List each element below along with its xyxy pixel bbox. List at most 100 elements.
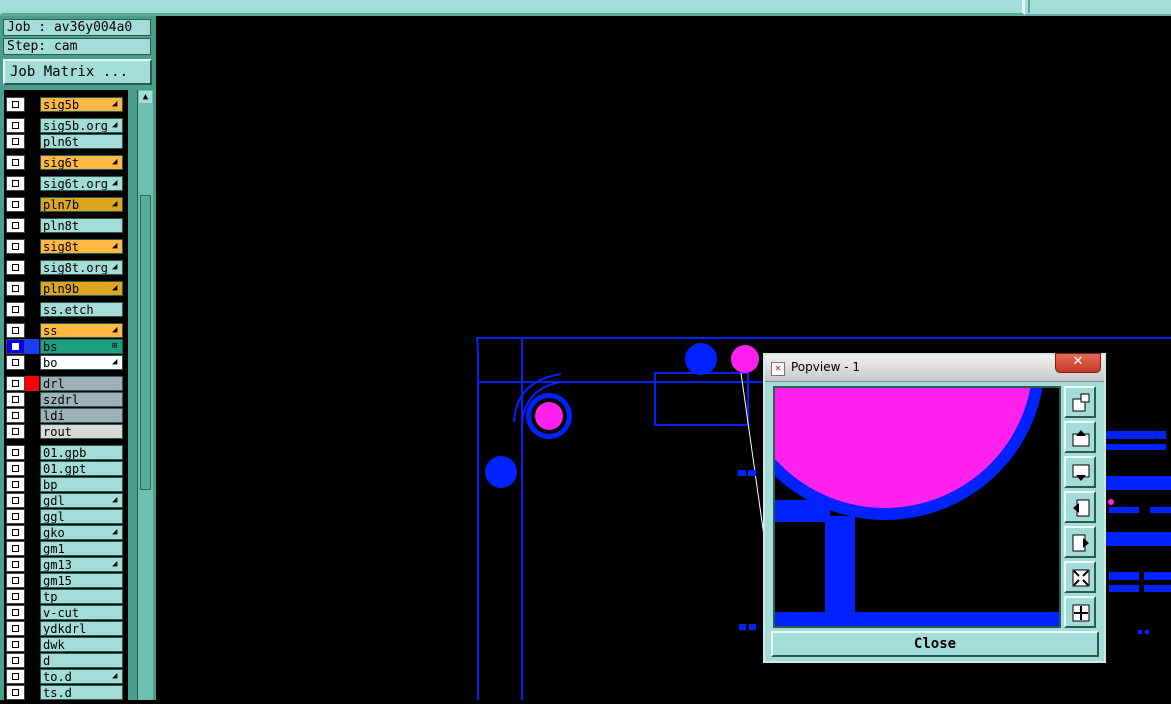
- layer-checkbox[interactable]: [6, 685, 25, 700]
- layer-checkbox[interactable]: [6, 355, 25, 370]
- layer-name-label[interactable]: gko: [40, 525, 123, 540]
- layer-color-swatch[interactable]: [25, 281, 39, 296]
- layer-row[interactable]: gko ◢: [4, 525, 128, 540]
- layer-row[interactable]: 01.gpb: [4, 445, 128, 460]
- layer-name-label[interactable]: d: [40, 653, 123, 668]
- pan-left-icon[interactable]: [1064, 491, 1096, 523]
- popview-zoom-view[interactable]: [773, 386, 1061, 628]
- layer-row[interactable]: rout: [4, 424, 128, 439]
- layer-row[interactable]: sig5b.org ◢: [4, 118, 128, 133]
- layer-name-label[interactable]: ts.d: [40, 685, 123, 700]
- layer-name-label[interactable]: rout: [40, 424, 123, 439]
- layer-name-label[interactable]: bp: [40, 477, 123, 492]
- layer-color-swatch[interactable]: [25, 621, 39, 636]
- layer-row[interactable]: dwk: [4, 637, 128, 652]
- layer-row[interactable]: ggl: [4, 509, 128, 524]
- layer-color-swatch[interactable]: [25, 589, 39, 604]
- layer-color-swatch[interactable]: [25, 134, 39, 149]
- layer-checkbox[interactable]: [6, 118, 25, 133]
- layer-row[interactable]: gdl ◢: [4, 493, 128, 508]
- layer-name-label[interactable]: ggl: [40, 509, 123, 524]
- layer-name-label[interactable]: ydkdrl: [40, 621, 123, 636]
- layer-name-label[interactable]: bs: [40, 339, 123, 354]
- layer-checkbox[interactable]: [6, 97, 25, 112]
- layer-checkbox[interactable]: [6, 525, 25, 540]
- layer-color-swatch[interactable]: [25, 239, 39, 254]
- layer-name-label[interactable]: pln7b: [40, 197, 123, 212]
- layer-row[interactable]: sig6t ◢: [4, 155, 128, 170]
- toolbar-field-right[interactable]: [1028, 0, 1171, 13]
- layer-checkbox[interactable]: [6, 239, 25, 254]
- layer-row[interactable]: 01.gpt: [4, 461, 128, 476]
- layer-row[interactable]: bp: [4, 477, 128, 492]
- layer-name-label[interactable]: gm13: [40, 557, 123, 572]
- layer-checkbox[interactable]: [6, 541, 25, 556]
- layer-color-swatch[interactable]: [25, 218, 39, 233]
- layer-name-label[interactable]: gdl: [40, 493, 123, 508]
- layer-checkbox[interactable]: [6, 392, 25, 407]
- layer-row[interactable]: ydkdrl: [4, 621, 128, 636]
- layer-row[interactable]: ts.d: [4, 685, 128, 700]
- layer-row[interactable]: drl: [4, 376, 128, 391]
- layer-row[interactable]: pln9b ◢: [4, 281, 128, 296]
- layer-name-label[interactable]: tp: [40, 589, 123, 604]
- layer-row[interactable]: tp: [4, 589, 128, 604]
- layer-row[interactable]: gm1: [4, 541, 128, 556]
- layer-row[interactable]: d: [4, 653, 128, 668]
- layer-name-label[interactable]: pln9b: [40, 281, 123, 296]
- layer-color-swatch[interactable]: [25, 302, 39, 317]
- layer-row[interactable]: sig6t.org ◢: [4, 176, 128, 191]
- scrollbar-thumb[interactable]: [140, 195, 151, 490]
- layer-checkbox[interactable]: [6, 134, 25, 149]
- layer-name-label[interactable]: pln6t: [40, 134, 123, 149]
- layer-name-label[interactable]: sig6t.org: [40, 176, 123, 191]
- layer-checkbox[interactable]: [6, 589, 25, 604]
- layer-checkbox[interactable]: [6, 376, 25, 391]
- layer-checkbox[interactable]: [6, 509, 25, 524]
- zoom-home-icon[interactable]: [1064, 386, 1096, 418]
- layer-checkbox[interactable]: [6, 302, 25, 317]
- layer-checkbox[interactable]: [6, 557, 25, 572]
- layer-color-swatch[interactable]: [25, 323, 39, 338]
- layer-checkbox[interactable]: [6, 605, 25, 620]
- layer-name-label[interactable]: ldi: [40, 408, 123, 423]
- layer-row[interactable]: v-cut: [4, 605, 128, 620]
- scroll-up-arrow-icon[interactable]: ▲: [139, 91, 152, 103]
- layer-name-label[interactable]: dwk: [40, 637, 123, 652]
- layer-row[interactable]: bs ⊞: [4, 339, 128, 354]
- layer-checkbox[interactable]: [6, 493, 25, 508]
- layer-name-label[interactable]: gm1: [40, 541, 123, 556]
- layer-color-swatch[interactable]: [25, 653, 39, 668]
- layer-row[interactable]: ss.etch: [4, 302, 128, 317]
- layer-name-label[interactable]: sig8t.org: [40, 260, 123, 275]
- layer-row[interactable]: ss ◢: [4, 323, 128, 338]
- layer-color-swatch[interactable]: [25, 118, 39, 133]
- layer-color-swatch[interactable]: [25, 509, 39, 524]
- layer-color-swatch[interactable]: [25, 392, 39, 407]
- layer-row[interactable]: sig5b ◢: [4, 97, 128, 112]
- layer-checkbox[interactable]: [6, 339, 25, 354]
- layer-checkbox[interactable]: [6, 424, 25, 439]
- layer-checkbox[interactable]: [6, 573, 25, 588]
- layer-row[interactable]: sig8t ◢: [4, 239, 128, 254]
- layer-color-swatch[interactable]: [25, 493, 39, 508]
- layer-checkbox[interactable]: [6, 445, 25, 460]
- layer-name-label[interactable]: ss: [40, 323, 123, 338]
- layer-name-label[interactable]: v-cut: [40, 605, 123, 620]
- layer-color-swatch[interactable]: [25, 461, 39, 476]
- popview-titlebar[interactable]: ✕ Popview - 1: [765, 355, 1104, 382]
- layer-color-swatch[interactable]: [25, 573, 39, 588]
- layer-name-label[interactable]: sig6t: [40, 155, 123, 170]
- layer-checkbox[interactable]: [6, 155, 25, 170]
- layer-row[interactable]: gm15: [4, 573, 128, 588]
- layer-name-label[interactable]: bo: [40, 355, 123, 370]
- layer-checkbox[interactable]: [6, 281, 25, 296]
- layer-checkbox[interactable]: [6, 323, 25, 338]
- layer-checkbox[interactable]: [6, 197, 25, 212]
- layer-name-label[interactable]: pln8t: [40, 218, 123, 233]
- layer-row[interactable]: gm13 ◢: [4, 557, 128, 572]
- layer-name-label[interactable]: sig8t: [40, 239, 123, 254]
- layer-checkbox[interactable]: [6, 461, 25, 476]
- layer-name-label[interactable]: gm15: [40, 573, 123, 588]
- layer-row[interactable]: to.d ◢: [4, 669, 128, 684]
